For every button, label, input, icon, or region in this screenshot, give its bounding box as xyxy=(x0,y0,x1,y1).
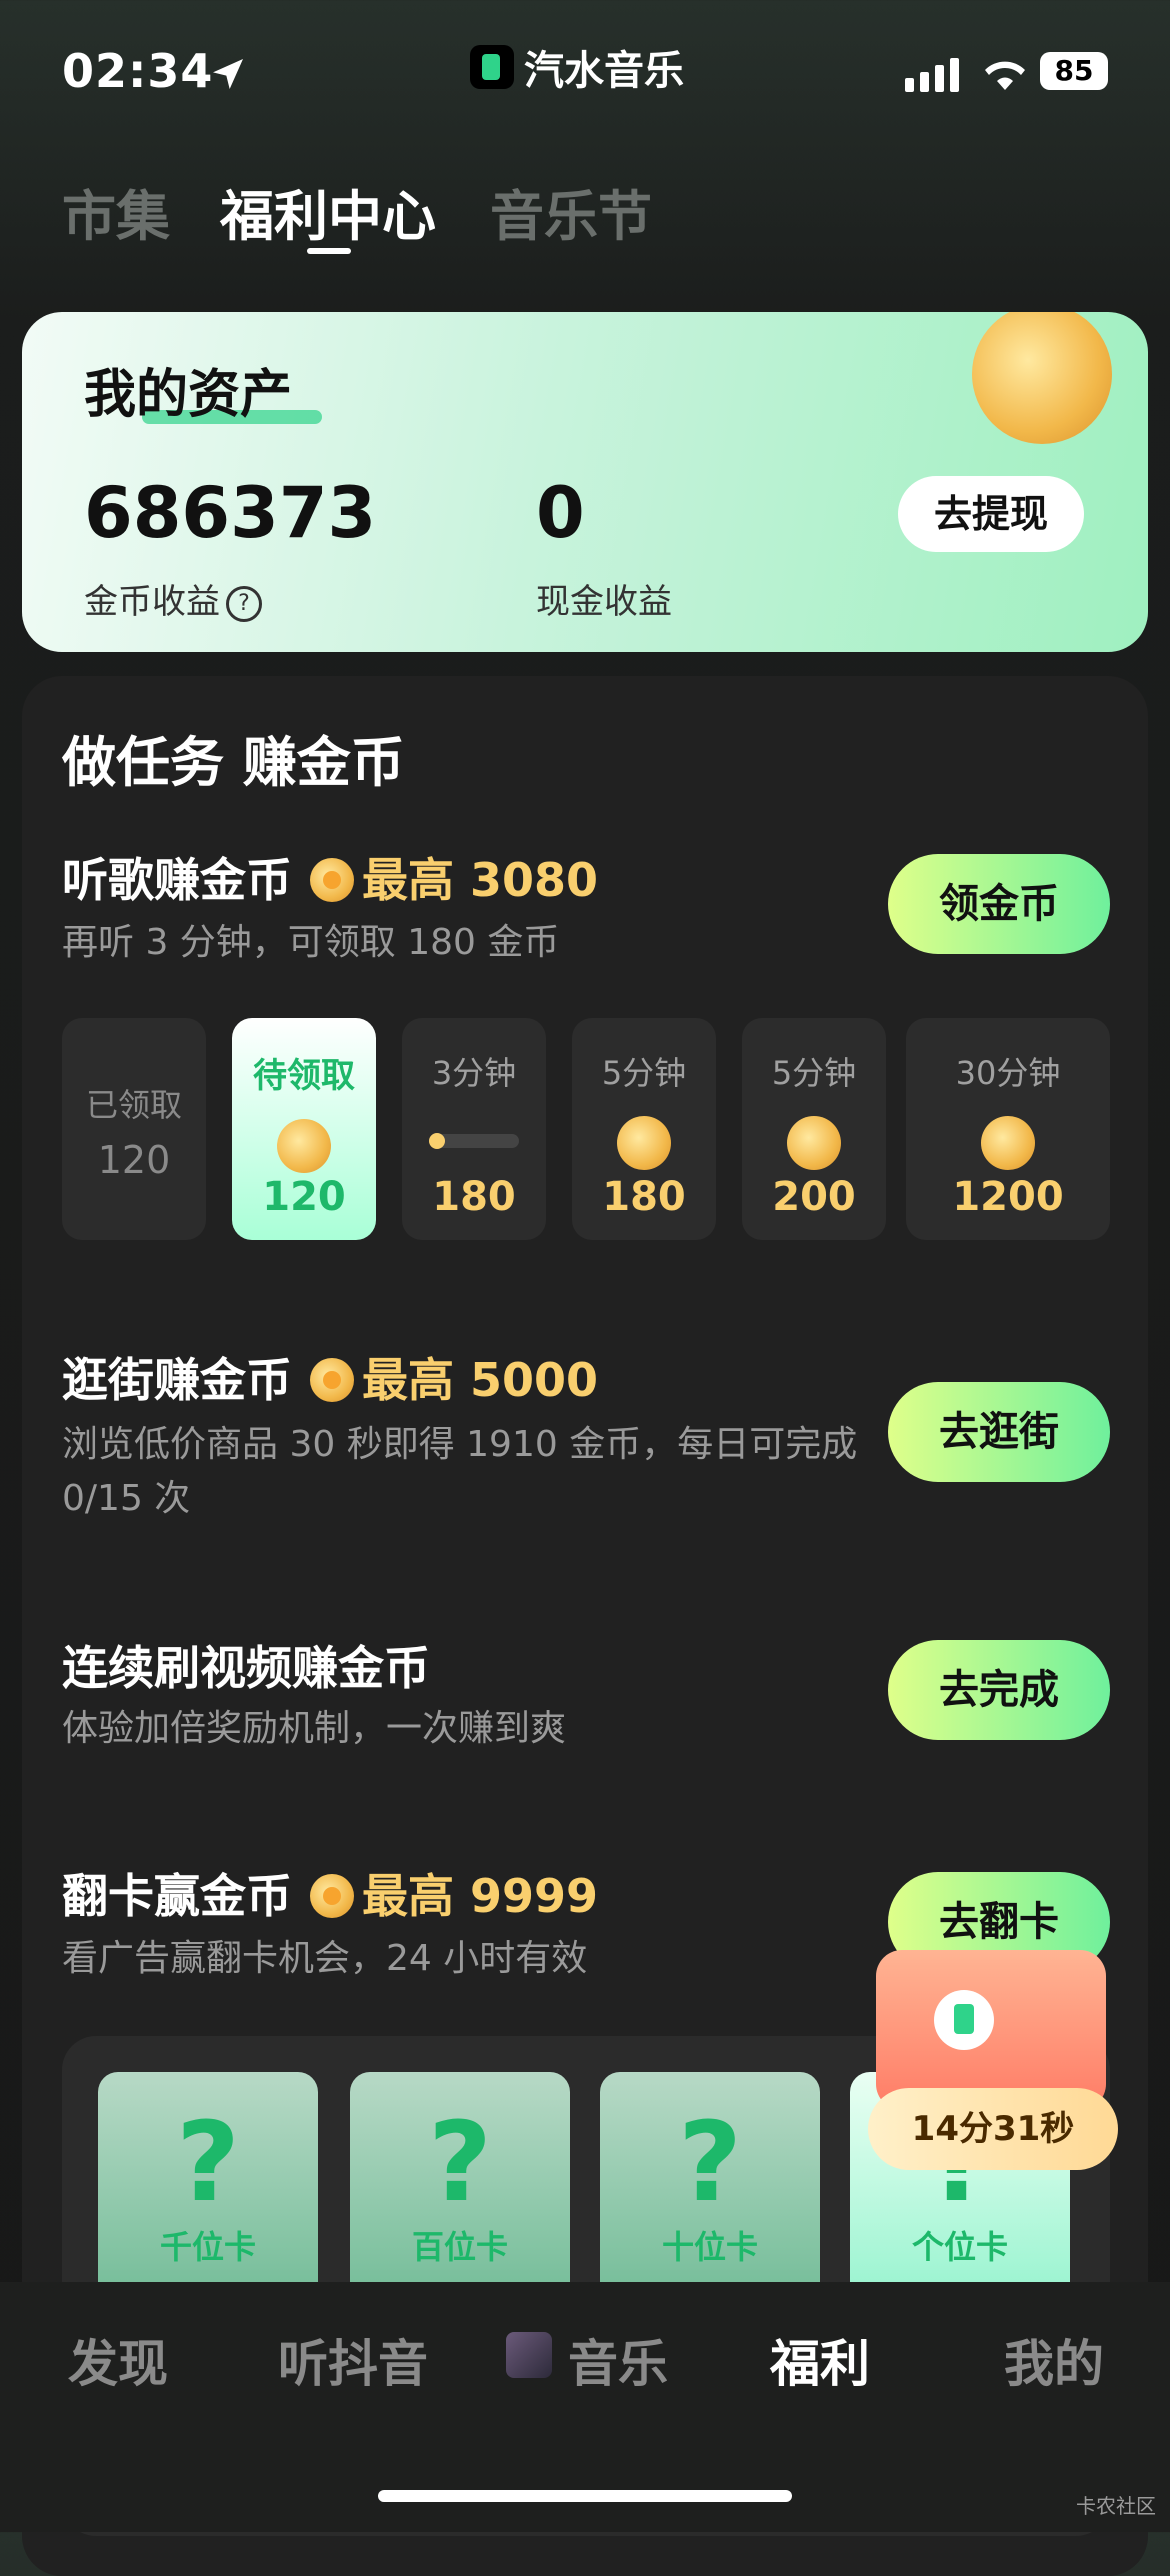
claim-coins-button[interactable]: 领金币 xyxy=(888,854,1110,954)
now-playing-thumbnail[interactable] xyxy=(506,2332,552,2378)
timeline-value: 180 xyxy=(432,1174,516,1220)
task-flipcard-desc: 看广告赢翻卡机会，24 小时有效 xyxy=(62,1938,588,1979)
app-logo-icon xyxy=(470,45,514,89)
task-max-reward: 最高 3080 xyxy=(362,853,599,907)
nav-listen-douyin[interactable]: 听抖音 xyxy=(278,2324,428,2396)
flip-card-label: 个位卡 xyxy=(911,2228,1008,2266)
task-video-desc: 体验加倍奖励机制，一次赚到爽 xyxy=(62,1708,567,1749)
app-brand: 汽水音乐 xyxy=(470,38,684,96)
tab-music-festival[interactable]: 音乐节 xyxy=(490,172,652,251)
location-arrow-icon xyxy=(213,59,243,89)
coins-value: 686373 xyxy=(84,472,377,554)
flip-card-label: 千位卡 xyxy=(159,2228,256,2266)
tab-market[interactable]: 市集 xyxy=(62,172,170,251)
task-title-text: 逛街赚金币 xyxy=(62,1353,292,1407)
timeline-label: 3分钟 xyxy=(431,1054,517,1092)
timeline-item-5min-b: 5分钟 200 xyxy=(742,1018,886,1240)
status-time: 02:34 xyxy=(62,44,214,98)
coin-stack-icon xyxy=(981,1116,1035,1170)
app-badge-icon xyxy=(934,1990,994,2050)
help-icon[interactable]: ? xyxy=(226,585,262,622)
task-max-reward: 最高 5000 xyxy=(362,1353,599,1407)
go-shopping-button[interactable]: 去逛街 xyxy=(888,1382,1110,1482)
coin-icon xyxy=(310,1357,354,1402)
coins-label: 金币收益? xyxy=(84,574,262,623)
treasure-countdown[interactable]: 14分31秒 xyxy=(868,2088,1118,2170)
timeline-item-3min: 3分钟 180 xyxy=(402,1018,546,1240)
task-flipcard-title: 翻卡赢金币 最高 9999 xyxy=(62,1860,598,1926)
timeline-item-5min: 5分钟 180 xyxy=(572,1018,716,1240)
coin-icon xyxy=(310,857,354,902)
task-video-title: 连续刷视频赚金币 xyxy=(62,1641,430,1695)
timeline-item-pending[interactable]: 待领取 120 xyxy=(232,1018,376,1240)
timeline-label: 已领取 xyxy=(85,1086,182,1124)
nav-discover[interactable]: 发现 xyxy=(68,2324,168,2396)
question-mark-icon: ? xyxy=(678,2098,742,2226)
timeline-value: 120 xyxy=(97,1138,171,1182)
task-max-reward: 最高 9999 xyxy=(362,1869,599,1923)
timeline-value: 180 xyxy=(602,1174,686,1220)
timeline-label: 5分钟 xyxy=(771,1054,857,1092)
nav-welfare[interactable]: 福利 xyxy=(770,2324,870,2396)
my-assets-card: 我的资产 686373 金币收益? 0 现金收益 去提现 xyxy=(22,312,1148,652)
app-name: 汽水音乐 xyxy=(524,48,684,94)
wifi-icon xyxy=(985,61,1025,90)
flip-card-label: 百位卡 xyxy=(411,2228,508,2266)
coin-icon xyxy=(787,1116,841,1170)
assets-title: 我的资产 xyxy=(84,365,293,425)
task-listen-desc: 再听 3 分钟，可领取 180 金币 xyxy=(62,922,560,963)
nav-music[interactable]: 音乐 xyxy=(568,2324,668,2396)
timeline-value: 200 xyxy=(772,1174,856,1220)
timeline-item-30min: 30分钟 1200 xyxy=(906,1018,1110,1240)
go-complete-button[interactable]: 去完成 xyxy=(888,1640,1110,1740)
timeline-label: 5分钟 xyxy=(601,1054,687,1092)
timeline-item-claimed: 已领取 120 xyxy=(62,1018,206,1240)
tasks-title: 做任务 赚金币 xyxy=(62,731,405,794)
coin-icon xyxy=(310,1873,354,1918)
task-shopping-title: 逛街赚金币 最高 5000 xyxy=(62,1344,598,1410)
battery-indicator: 85 xyxy=(1040,52,1108,90)
watermark: 卡农社区 xyxy=(1076,2494,1156,2518)
question-mark-icon: ? xyxy=(176,2098,240,2226)
nav-mine[interactable]: 我的 xyxy=(1004,2324,1104,2396)
cellular-signal-icon xyxy=(905,58,959,92)
task-title-text: 听歌赚金币 xyxy=(62,853,292,907)
task-listen-title: 听歌赚金币 最高 3080 xyxy=(62,844,598,910)
tab-welfare-center[interactable]: 福利中心 xyxy=(220,172,436,251)
active-tab-underline xyxy=(307,248,351,254)
coins-label-text: 金币收益 xyxy=(84,582,220,622)
home-indicator[interactable] xyxy=(378,2490,792,2502)
timeline-label: 30分钟 xyxy=(955,1054,1061,1092)
timeline-label: 待领取 xyxy=(253,1056,355,1096)
withdraw-button[interactable]: 去提现 xyxy=(898,476,1084,552)
coin-decoration-icon xyxy=(972,312,1112,444)
cash-value: 0 xyxy=(536,472,585,554)
timeline-value: 120 xyxy=(262,1174,346,1220)
cash-label: 现金收益 xyxy=(536,582,672,622)
timeline-value: 1200 xyxy=(952,1174,1064,1220)
progress-bar xyxy=(429,1133,519,1149)
flip-card-label: 十位卡 xyxy=(661,2228,758,2266)
question-mark-icon: ? xyxy=(428,2098,492,2226)
coin-icon xyxy=(277,1119,331,1173)
task-shopping-desc: 浏览低价商品 30 秒即得 1910 金币，每日可完成 0/15 次 xyxy=(62,1424,858,1519)
coin-icon xyxy=(617,1116,671,1170)
task-title-text: 翻卡赢金币 xyxy=(62,1869,292,1923)
